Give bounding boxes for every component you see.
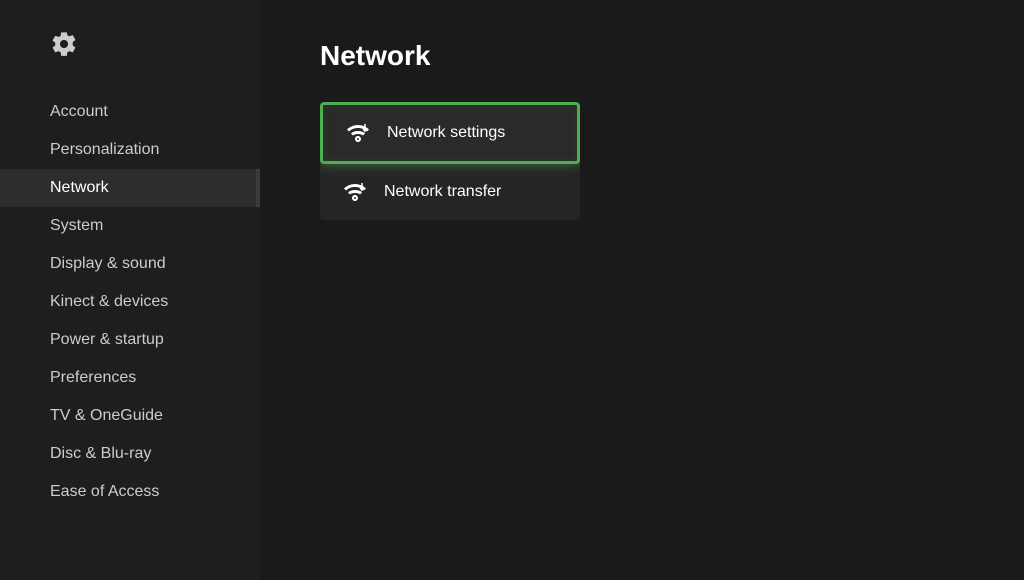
sidebar-item-tv-oneguide[interactable]: TV & OneGuide — [0, 397, 260, 435]
sidebar-item-label: System — [50, 217, 103, 234]
sidebar-item-system[interactable]: System — [0, 207, 260, 245]
sidebar-item-kinect-devices[interactable]: Kinect & devices — [0, 283, 260, 321]
sidebar-navigation: Account Personalization Network System D… — [0, 93, 260, 511]
settings-gear-icon — [0, 30, 260, 93]
sidebar-item-network[interactable]: Network — [0, 169, 260, 207]
network-menu: Network settings Network transfer — [320, 102, 580, 220]
page-title: Network — [320, 40, 964, 72]
sidebar-item-display-sound[interactable]: Display & sound — [0, 245, 260, 283]
sidebar-item-disc-bluray[interactable]: Disc & Blu-ray — [0, 435, 260, 473]
sidebar-item-label: TV & OneGuide — [50, 407, 163, 424]
wifi-settings-icon — [343, 123, 373, 143]
network-transfer-item[interactable]: Network transfer — [320, 164, 580, 220]
sidebar-item-label: Disc & Blu-ray — [50, 445, 151, 462]
sidebar-item-label: Power & startup — [50, 331, 164, 348]
sidebar-item-label: Personalization — [50, 141, 159, 158]
sidebar: Account Personalization Network System D… — [0, 0, 260, 580]
main-content: Network Network settings — [260, 0, 1024, 580]
network-transfer-label: Network transfer — [384, 183, 501, 201]
network-settings-label: Network settings — [387, 124, 505, 142]
sidebar-item-label: Network — [50, 179, 109, 196]
sidebar-item-label: Display & sound — [50, 255, 166, 272]
sidebar-item-label: Ease of Access — [50, 483, 159, 500]
sidebar-item-label: Account — [50, 103, 108, 120]
sidebar-item-ease-access[interactable]: Ease of Access — [0, 473, 260, 511]
sidebar-item-personalization[interactable]: Personalization — [0, 131, 260, 169]
sidebar-item-preferences[interactable]: Preferences — [0, 359, 260, 397]
wifi-transfer-icon — [340, 182, 370, 202]
sidebar-item-label: Kinect & devices — [50, 293, 168, 310]
network-settings-item[interactable]: Network settings — [320, 102, 580, 164]
sidebar-item-power-startup[interactable]: Power & startup — [0, 321, 260, 359]
sidebar-item-account[interactable]: Account — [0, 93, 260, 131]
sidebar-item-label: Preferences — [50, 369, 136, 386]
